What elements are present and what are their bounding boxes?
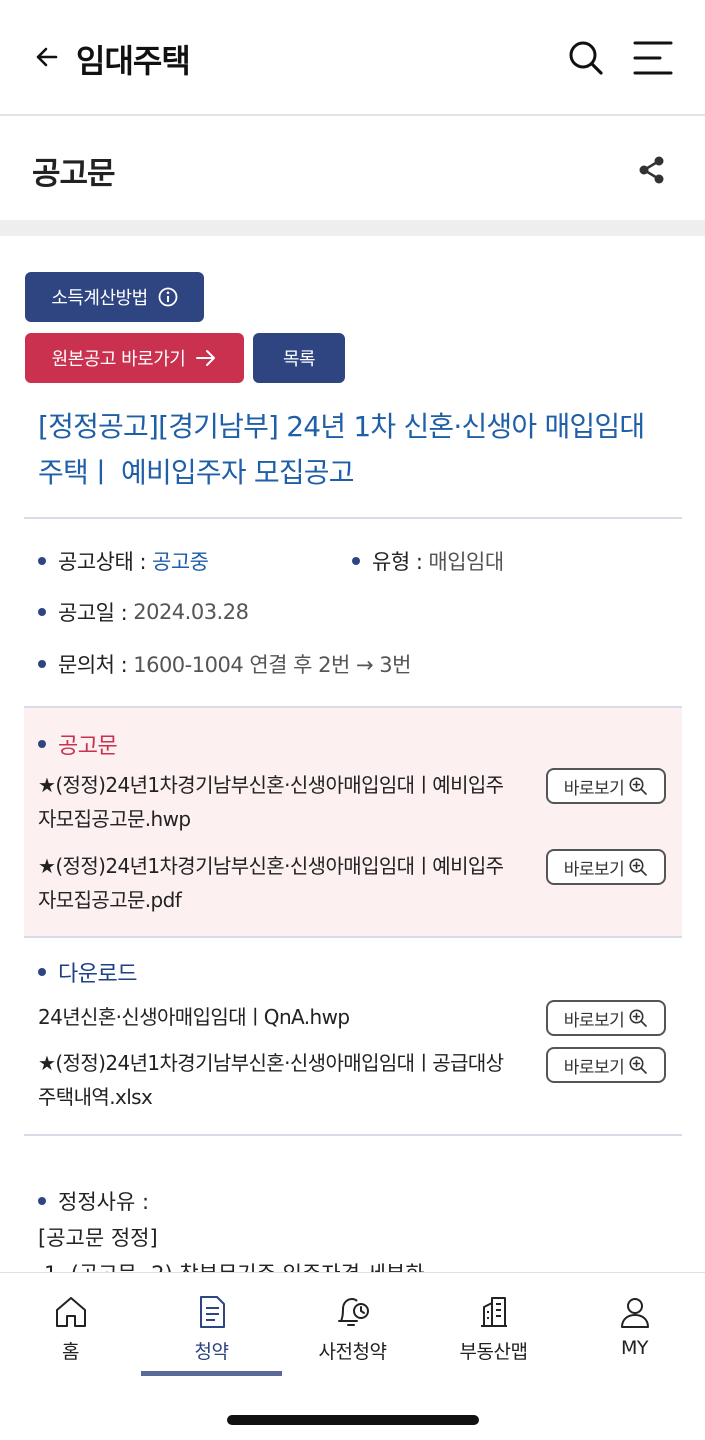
file-item: ★(정정)24년1차경기남부신혼·신생아매입임대ㅣ예비입주 자모집공고문.pdf	[38, 849, 538, 917]
file-item: 24년신혼·신생아매입임대ㅣQnA.hwp	[38, 1000, 538, 1034]
building-icon	[480, 1297, 507, 1327]
section-header: 공고문	[0, 118, 705, 220]
arrow-left-icon[interactable]	[30, 40, 64, 74]
document-icon	[199, 1296, 225, 1328]
nav-label-my: MY	[621, 1337, 649, 1359]
top-app-bar: 임대주택	[0, 0, 705, 116]
list-button[interactable]: 목록	[253, 333, 345, 383]
download-heading-text: 다운로드	[58, 962, 137, 987]
nav-item-subscription[interactable]: 청약	[141, 1273, 282, 1383]
home-icon	[55, 1297, 86, 1327]
user-icon	[620, 1298, 649, 1328]
file-name-line1: ★(정정)24년1차경기남부신혼·신생아매입임대ㅣ예비입주	[38, 773, 504, 797]
page-title: 임대주택	[76, 42, 191, 80]
view-button[interactable]: 바로보기	[546, 1000, 666, 1036]
type-value: 매입임대	[428, 550, 504, 574]
nav-label-realestate-map: 부동산맵	[459, 1341, 528, 1363]
share-icon[interactable]	[636, 154, 668, 186]
bullet-dot	[38, 557, 46, 565]
file-name-line1: ★(정정)24년1차경기남부신혼·신생아매입임대ㅣ공급대상	[38, 1051, 504, 1075]
search-icon[interactable]	[566, 38, 606, 78]
contact-value: 1600-1004 연결 후 2번 → 3번	[133, 653, 411, 677]
income-calc-button[interactable]: 소득계산방법	[25, 272, 204, 322]
view-button[interactable]: 바로보기	[546, 1047, 666, 1083]
nav-label-subscription: 청약	[194, 1341, 229, 1363]
view-button[interactable]: 바로보기	[546, 849, 666, 885]
section-title: 공고문	[32, 156, 116, 192]
view-button-label: 바로보기	[563, 859, 625, 880]
file-item: ★(정정)24년1차경기남부신혼·신생아매입임대ㅣ예비입주 자모집공고문.hwp	[38, 768, 538, 836]
contact-label: 문의처 :	[58, 653, 128, 677]
income-calc-label: 소득계산방법	[51, 288, 148, 309]
notice-title: [정정공고][경기남부] 24년 1차 신혼·신생아 매입임대 주택ㅣ 예비입주…	[38, 404, 678, 496]
zoom-in-icon	[629, 1056, 648, 1074]
info-circle-icon	[158, 287, 178, 307]
notice-files-heading-text: 공고문	[58, 734, 118, 759]
type-row: 유형 : 매입임대	[352, 546, 504, 576]
bullet-dot	[38, 968, 46, 976]
date-value: 2024.03.28	[133, 600, 249, 624]
section-divider	[0, 220, 705, 236]
active-tab-indicator	[141, 1371, 282, 1376]
contact-row: 문의처 : 1600-1004 연결 후 2번 → 3번	[38, 649, 411, 679]
date-label: 공고일 :	[58, 601, 128, 625]
original-notice-label: 원본공고 바로가기	[51, 349, 186, 370]
correction-label: 정정사유 :	[38, 1186, 149, 1216]
nav-label-home: 홈	[62, 1341, 79, 1363]
nav-item-home[interactable]: 홈	[0, 1273, 141, 1383]
date-row: 공고일 : 2024.03.28	[38, 597, 249, 627]
notice-title-line2: 주택ㅣ 예비입주자 모집공고	[38, 456, 355, 489]
home-indicator	[227, 1415, 479, 1425]
view-button-label: 바로보기	[563, 1057, 625, 1078]
bullet-dot	[38, 740, 46, 748]
download-files-section: 다운로드 24년신혼·신생아매입임대ㅣQnA.hwp 바로보기 ★(정정)24년…	[24, 938, 682, 1136]
bullet-dot	[38, 1197, 46, 1205]
zoom-in-icon	[629, 1009, 648, 1027]
view-button-label: 바로보기	[563, 1010, 625, 1031]
nav-label-pre-subscription: 사전청약	[318, 1341, 387, 1363]
view-button[interactable]: 바로보기	[546, 768, 666, 804]
file-name-line1: ★(정정)24년1차경기남부신혼·신생아매입임대ㅣ예비입주	[38, 854, 504, 878]
correction-text: [공고문 정정]	[38, 1226, 158, 1250]
nav-item-realestate-map[interactable]: 부동산맵	[423, 1273, 564, 1383]
file-name-line2: 자모집공고문.pdf	[38, 888, 182, 912]
file-name-line2: 주택내역.xlsx	[38, 1085, 153, 1109]
bullet-dot	[352, 557, 360, 565]
bullet-dot	[38, 660, 46, 668]
type-label: 유형 :	[372, 550, 423, 574]
list-button-label: 목록	[282, 349, 316, 370]
correction-label-text: 정정사유 :	[58, 1190, 150, 1214]
notice-files-section: 공고문 ★(정정)24년1차경기남부신혼·신생아매입임대ㅣ예비입주 자모집공고문…	[24, 706, 682, 938]
notice-title-line1: [정정공고][경기남부] 24년 1차 신혼·신생아 매입임대	[38, 410, 645, 443]
download-heading: 다운로드	[38, 956, 137, 988]
status-value: 공고중	[152, 550, 209, 574]
bullet-dot	[38, 608, 46, 616]
bell-clock-icon	[337, 1297, 369, 1326]
original-notice-button[interactable]: 원본공고 바로가기	[25, 333, 244, 383]
nav-item-pre-subscription[interactable]: 사전청약	[282, 1273, 423, 1383]
file-name-line1: 24년신혼·신생아매입임대ㅣQnA.hwp	[38, 1005, 350, 1029]
status-row: 공고상태 : 공고중	[38, 546, 209, 576]
status-label: 공고상태 :	[58, 550, 147, 574]
nav-item-my[interactable]: MY	[564, 1273, 705, 1383]
arrow-right-icon	[196, 350, 216, 366]
file-item: ★(정정)24년1차경기남부신혼·신생아매입임대ㅣ공급대상 주택내역.xlsx	[38, 1046, 538, 1114]
view-button-label: 바로보기	[563, 778, 625, 799]
notice-files-heading: 공고문	[38, 728, 118, 760]
zoom-in-icon	[629, 777, 648, 795]
file-name-line2: 자모집공고문.hwp	[38, 807, 191, 831]
divider	[24, 517, 682, 519]
zoom-in-icon	[629, 858, 648, 876]
hamburger-menu-icon[interactable]	[632, 38, 674, 78]
